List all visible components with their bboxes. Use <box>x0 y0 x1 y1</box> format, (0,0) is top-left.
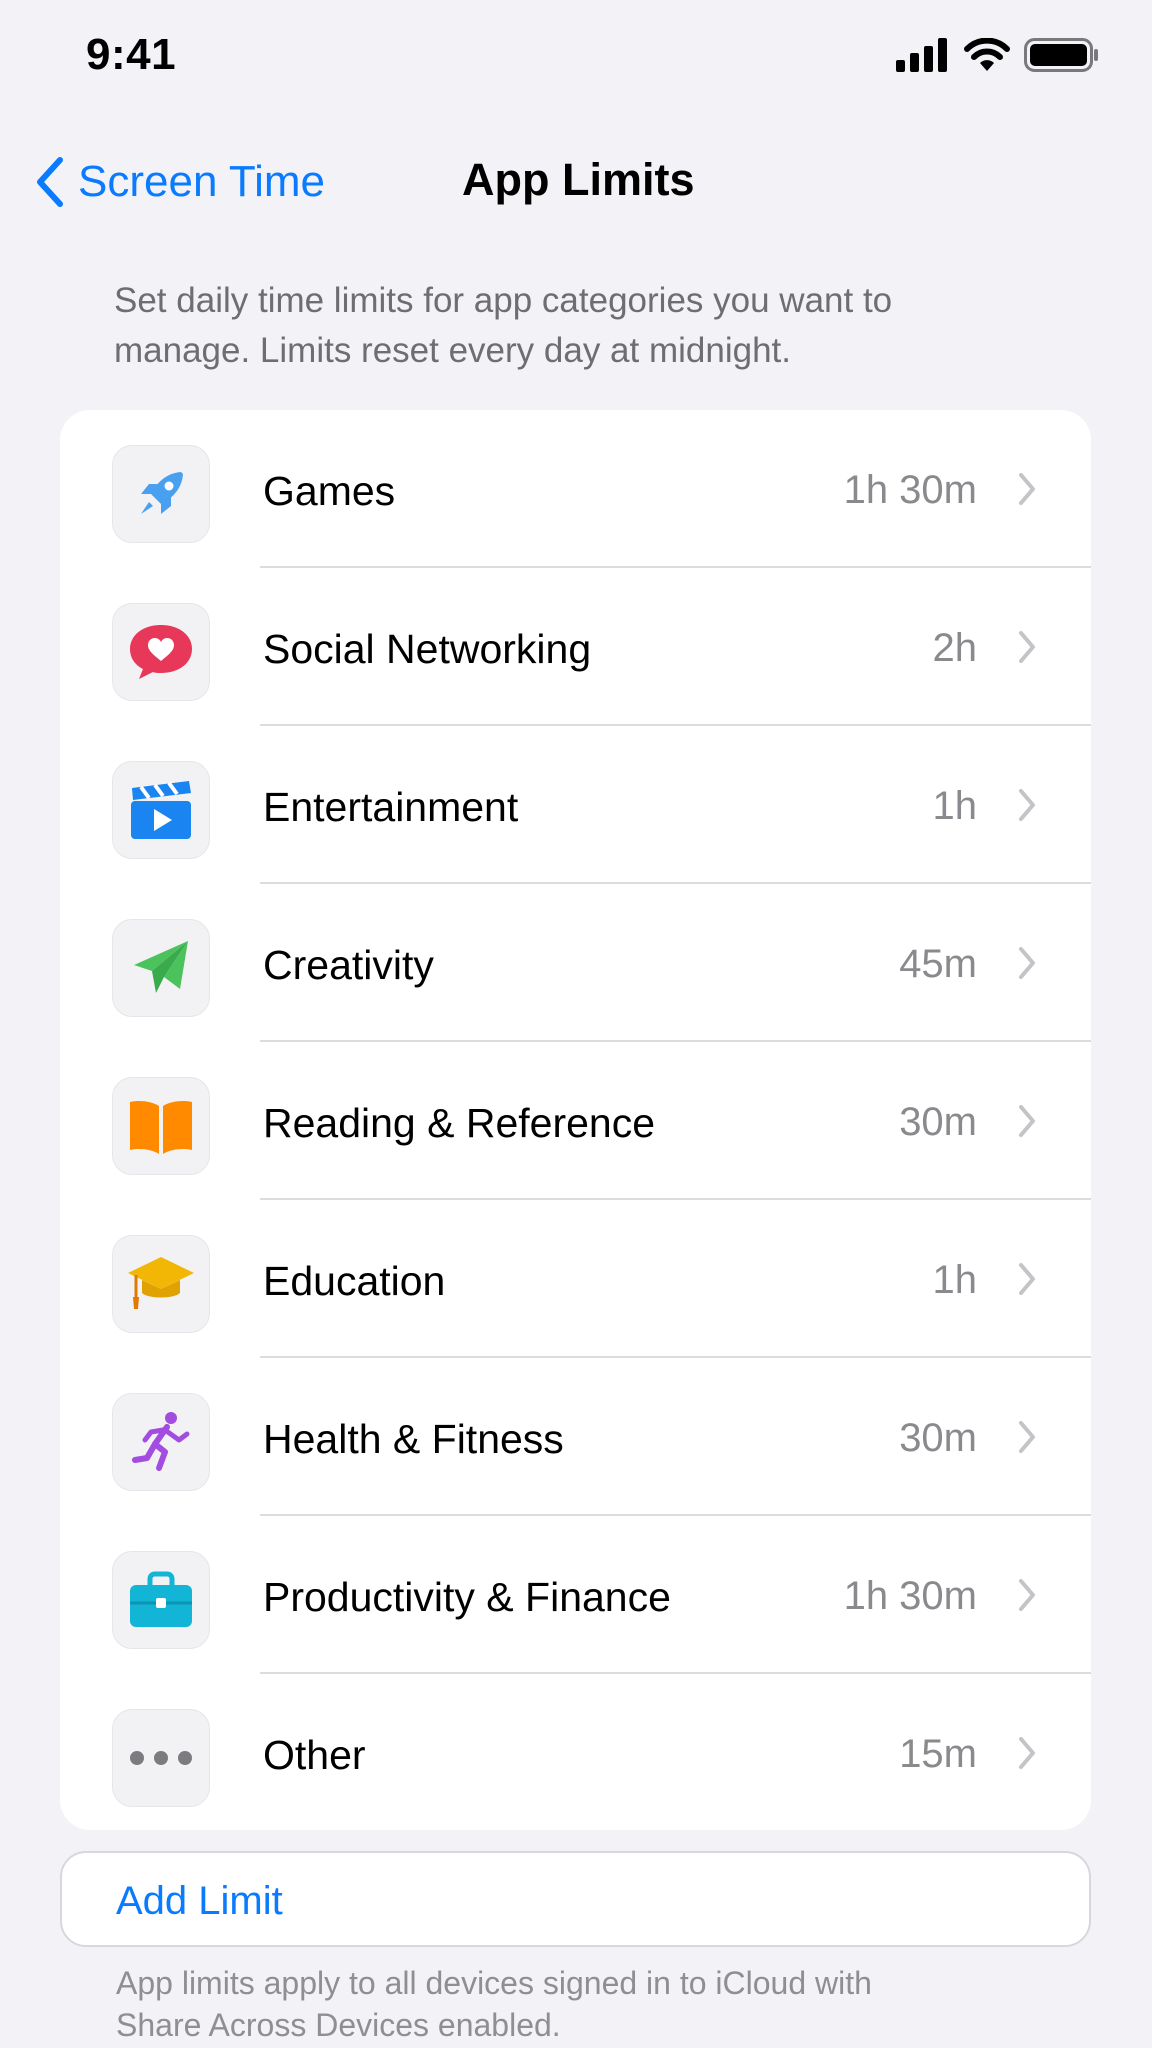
category-row-social-networking[interactable]: Social Networking 2h <box>60 568 1091 726</box>
chevron-right-icon <box>1017 1736 1037 1775</box>
chevron-right-icon <box>1017 1262 1037 1301</box>
graduation-cap-icon <box>112 1235 210 1333</box>
category-row-reading-reference[interactable]: Reading & Reference 30m <box>60 1042 1091 1200</box>
back-button-label: Screen Time <box>78 157 325 206</box>
category-label: Entertainment <box>263 784 519 830</box>
limit-value: 2h <box>932 626 978 670</box>
category-label: Education <box>263 1258 446 1304</box>
limit-value: 15m <box>899 1732 977 1776</box>
limit-value: 30m <box>899 1100 977 1144</box>
chevron-left-icon <box>34 156 64 208</box>
category-label: Other <box>263 1732 366 1778</box>
page-title: App Limits <box>462 154 695 205</box>
chevron-right-icon <box>1017 630 1037 669</box>
battery-icon <box>1024 38 1100 72</box>
back-button[interactable]: Screen Time <box>34 152 325 212</box>
category-label: Social Networking <box>263 626 592 672</box>
heart-bubble-icon <box>112 603 210 701</box>
category-row-creativity[interactable]: Creativity 45m <box>60 884 1091 1042</box>
clapperboard-icon <box>112 761 210 859</box>
category-label: Games <box>263 468 396 514</box>
ellipsis-icon <box>112 1709 210 1807</box>
limit-value: 1h 30m <box>843 468 977 512</box>
wifi-icon <box>964 38 1010 72</box>
chevron-right-icon <box>1017 788 1037 827</box>
footer-note: App limits apply to all devices signed i… <box>116 1965 872 2043</box>
chevron-right-icon <box>1017 1420 1037 1459</box>
chevron-right-icon <box>1017 1104 1037 1143</box>
add-limit-label: Add Limit <box>116 1879 283 1923</box>
category-row-other[interactable]: Other 15m <box>60 1674 1091 1830</box>
chevron-right-icon <box>1017 1578 1037 1617</box>
rocket-icon <box>112 445 210 543</box>
add-limit-button[interactable]: Add Limit <box>60 1851 1091 1947</box>
limit-value: 1h 30m <box>843 1574 977 1618</box>
category-row-productivity-finance[interactable]: Productivity & Finance 1h 30m <box>60 1516 1091 1674</box>
nav-bar: Screen Time App Limits <box>0 140 1152 220</box>
limit-value: 1h <box>932 1258 978 1302</box>
category-label: Productivity & Finance <box>263 1574 671 1620</box>
chevron-right-icon <box>1017 472 1037 511</box>
category-row-health-fitness[interactable]: Health & Fitness 30m <box>60 1358 1091 1516</box>
briefcase-icon <box>112 1551 210 1649</box>
limit-value: 1h <box>932 784 978 828</box>
category-row-entertainment[interactable]: Entertainment 1h <box>60 726 1091 884</box>
cellular-signal-icon <box>896 38 950 72</box>
category-row-games[interactable]: Games 1h 30m <box>60 410 1091 568</box>
paper-plane-icon <box>112 919 210 1017</box>
status-bar: 9:41 <box>0 0 1152 110</box>
category-label: Creativity <box>263 942 434 988</box>
app-limits-screen: 9:41 Screen Time App Limits Set daily ti… <box>0 0 1152 2048</box>
chevron-right-icon <box>1017 946 1037 985</box>
limit-value: 45m <box>899 942 977 986</box>
intro-text: Set daily time limits for app categories… <box>114 281 893 370</box>
category-label: Reading & Reference <box>263 1100 656 1146</box>
category-label: Health & Fitness <box>263 1416 564 1462</box>
status-icons <box>896 38 1100 72</box>
status-time: 9:41 <box>86 30 177 79</box>
running-figure-icon <box>112 1393 210 1491</box>
book-icon <box>112 1077 210 1175</box>
category-list: Games 1h 30m Social Networking 2h Entert… <box>60 410 1091 1830</box>
limit-value: 30m <box>899 1416 977 1460</box>
category-row-education[interactable]: Education 1h <box>60 1200 1091 1358</box>
